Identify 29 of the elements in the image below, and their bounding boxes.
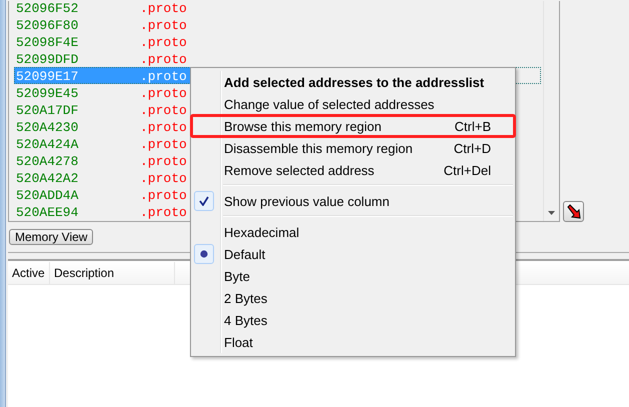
value-text: .proto: [140, 120, 187, 135]
address-text: 52098F4E: [15, 35, 80, 50]
shortcut-text: Ctrl+D: [454, 140, 491, 156]
address-text: 520AEE94: [15, 205, 80, 220]
address-text: 520ADD4A: [15, 188, 80, 203]
value-text: .proto: [140, 52, 187, 67]
value-text: .proto: [140, 35, 187, 50]
address-text: 52096F52: [15, 1, 80, 16]
value-text: .proto: [140, 86, 187, 101]
address-text: 520A4278: [15, 154, 80, 169]
value-text: .proto: [140, 154, 187, 169]
value-text: .proto: [140, 103, 187, 118]
address-text: 520A424A: [15, 137, 80, 152]
value-text: .proto: [140, 18, 187, 33]
value-text: .proto: [140, 1, 187, 16]
shortcut-text: Ctrl+B: [454, 118, 491, 134]
value-text: .proto: [140, 188, 187, 203]
value-text: .proto: [140, 171, 187, 186]
address-text: 520A42A2: [15, 171, 80, 186]
shortcut-text: Ctrl+Del: [444, 162, 491, 178]
value-text: .proto: [140, 69, 187, 84]
address-text: 52099DFD: [15, 52, 80, 67]
address-text: 52099E45: [15, 86, 80, 101]
address-text: 52099E17: [15, 69, 80, 84]
address-text: 52096F80: [15, 18, 80, 33]
address-text: 520A17DF: [15, 103, 80, 118]
value-text: .proto: [140, 137, 187, 152]
value-text: .proto: [140, 205, 187, 220]
address-text: 520A4230: [15, 120, 80, 135]
